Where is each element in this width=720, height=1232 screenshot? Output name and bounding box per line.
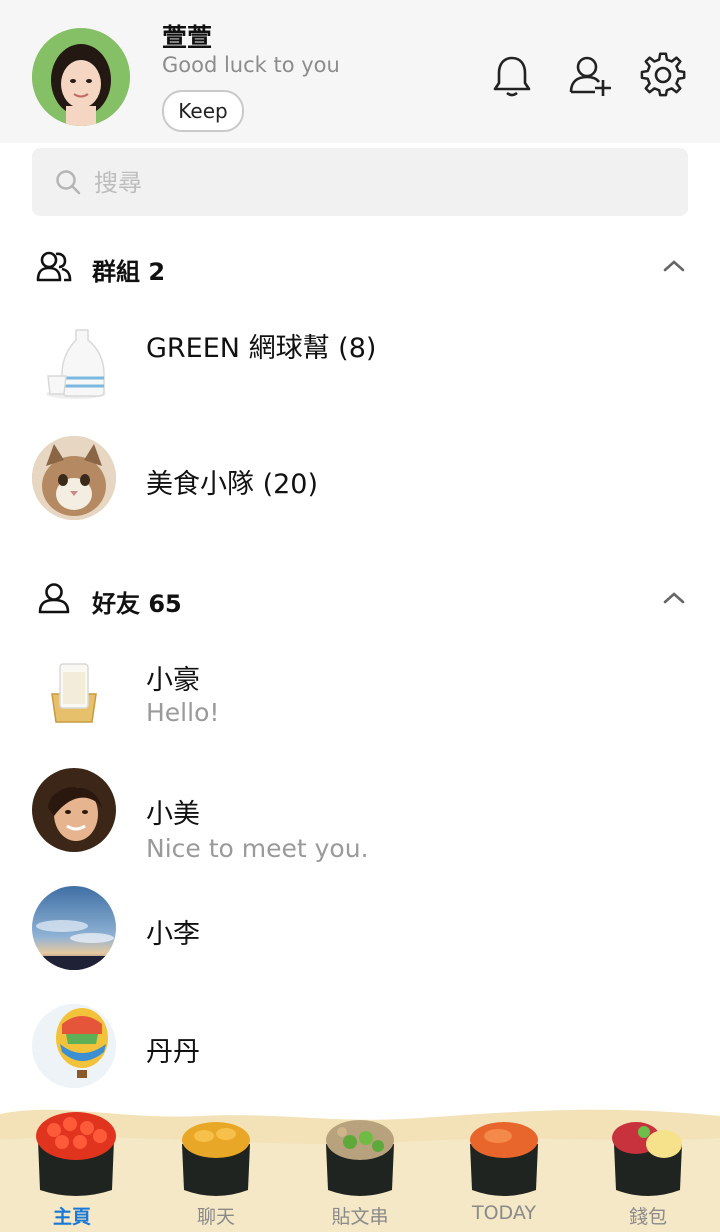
tab-chat-label: 聊天 [196,1206,235,1228]
groups-section-header[interactable]: 群組 2 [0,236,720,296]
friend-status: Hello! [146,698,220,727]
search-icon [54,168,82,196]
list-item[interactable]: 小李 [0,886,720,1006]
search-bar[interactable] [32,148,688,216]
friend-avatar [32,886,116,970]
add-friend-icon[interactable] [566,52,614,100]
groups-section-title: 群組 2 [92,258,166,286]
friend-avatar [32,768,116,852]
friend-avatar [32,656,116,740]
tab-home-label: 主頁 [52,1206,91,1228]
tab-timeline-label: 貼文串 [331,1206,389,1228]
chevron-up-icon[interactable] [660,252,688,280]
tab-today-label: TODAY [472,1202,536,1224]
group-name: 美食小隊 (20) [146,469,319,500]
profile-status-message: Good luck to you [162,53,340,77]
ikura-sushi-icon [32,1106,116,1196]
group-icon [36,250,72,282]
bottom-tab-bar: 主頁 聊天 貼文串 TODAY 錢包 [0,1100,720,1232]
group-name: GREEN 網球幫 (8) [146,333,377,364]
uni-sushi-icon [176,1116,256,1206]
tab-home[interactable]: 主頁 [0,1100,144,1232]
profile-avatar[interactable] [32,28,130,126]
friend-name: 小李 [146,919,200,950]
friend-name: 小美 [146,799,200,830]
list-item[interactable]: 美食小隊 (20) [0,436,720,556]
friends-section-header[interactable]: 好友 65 [0,568,720,628]
list-item[interactable]: 小美 Nice to meet you. [0,768,720,888]
group-avatar [32,324,116,408]
profile-name: 萱萱 [162,23,213,52]
profile-header: 萱萱 Good luck to you Keep [0,0,720,143]
list-item[interactable]: 小豪 Hello! [0,650,720,770]
tobiko-sushi-icon [464,1114,544,1204]
friend-name: 丹丹 [146,1037,200,1068]
friend-avatar [32,1004,116,1088]
friends-section-title: 好友 65 [92,590,182,618]
tab-today[interactable]: TODAY [432,1100,576,1232]
tab-timeline[interactable]: 貼文串 [288,1100,432,1232]
tuna-egg-sushi-icon [608,1114,688,1204]
list-item[interactable]: GREEN 網球幫 (8) [0,300,720,420]
friend-status: Nice to meet you. [146,834,369,863]
tab-wallet[interactable]: 錢包 [576,1100,720,1232]
group-avatar [32,436,116,520]
tab-wallet-label: 錢包 [628,1206,667,1228]
search-input[interactable] [92,162,656,204]
keep-button[interactable]: Keep [162,90,244,132]
person-icon [36,582,72,614]
friend-name: 小豪 [146,665,200,696]
chevron-up-icon[interactable] [660,584,688,612]
tab-chat[interactable]: 聊天 [144,1100,288,1232]
negitoro-sushi-icon [320,1114,400,1204]
settings-icon[interactable] [640,52,688,100]
bell-icon[interactable] [488,52,536,100]
